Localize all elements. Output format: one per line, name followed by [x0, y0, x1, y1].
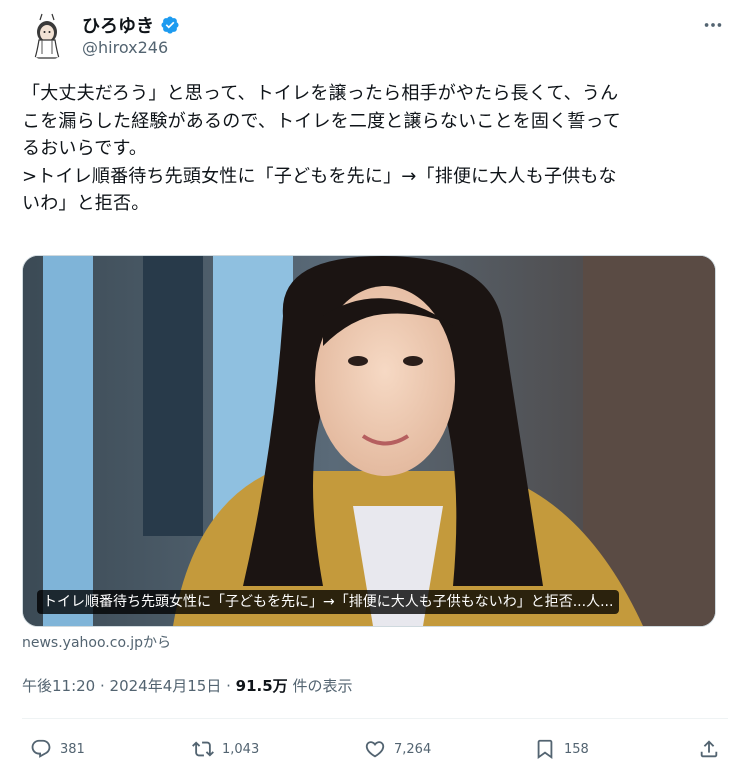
more-horizontal-icon — [704, 23, 722, 27]
like-button[interactable]: 7,264 — [364, 733, 431, 765]
reply-button[interactable]: 381 — [30, 733, 85, 765]
reply-icon — [31, 739, 51, 758]
tweet-meta: 午後11:20 · 2024年4月15日 · 91.5万 件の表示 — [22, 675, 352, 696]
bookmark-button[interactable]: 158 — [534, 733, 589, 765]
more-options-button[interactable] — [698, 12, 728, 38]
divider — [22, 718, 728, 719]
repost-count: 1,043 — [222, 741, 260, 757]
views-label: 件の表示 — [287, 677, 353, 695]
repost-icon — [192, 741, 214, 757]
tweet-text: 「大丈夫だろう」と思って、トイレを譲ったら相手がやたら長くて、うん こを漏らした… — [22, 83, 621, 214]
avatar[interactable] — [22, 10, 72, 60]
bookmark-icon — [537, 739, 553, 760]
author-name-row[interactable]: ひろゆき — [82, 12, 180, 38]
like-count: 7,264 — [394, 741, 432, 757]
author-handle[interactable]: @hirox246 — [82, 38, 168, 57]
tweet-timestamp[interactable]: 午後11:20 · 2024年4月15日 · — [22, 677, 236, 695]
bookmark-count: 158 — [564, 741, 589, 757]
heart-icon — [365, 741, 385, 758]
link-card[interactable]: トイレ順番待ち先頭女性に「子どもを先に」→「排便に大人も子供もないわ」と拒否..… — [22, 255, 716, 627]
author-name[interactable]: ひろゆき — [82, 12, 154, 38]
verified-badge-icon — [161, 16, 179, 34]
reply-count: 381 — [60, 741, 85, 757]
card-caption: トイレ順番待ち先頭女性に「子どもを先に」→「排便に大人も子供もないわ」と拒否..… — [37, 590, 620, 614]
tweet: ひろゆき @hirox246 「大丈夫だろう」と思って、トイレを譲ったら相手がや… — [0, 0, 748, 773]
card-image — [23, 256, 715, 626]
repost-button[interactable]: 1,043 — [192, 733, 259, 765]
views-count: 91.5万 — [235, 677, 288, 695]
action-bar: 381 1,043 7,264 158 — [22, 733, 728, 765]
share-button[interactable] — [698, 733, 720, 765]
share-icon — [700, 740, 718, 758]
card-source-link[interactable]: news.yahoo.co.jpから — [22, 632, 171, 652]
